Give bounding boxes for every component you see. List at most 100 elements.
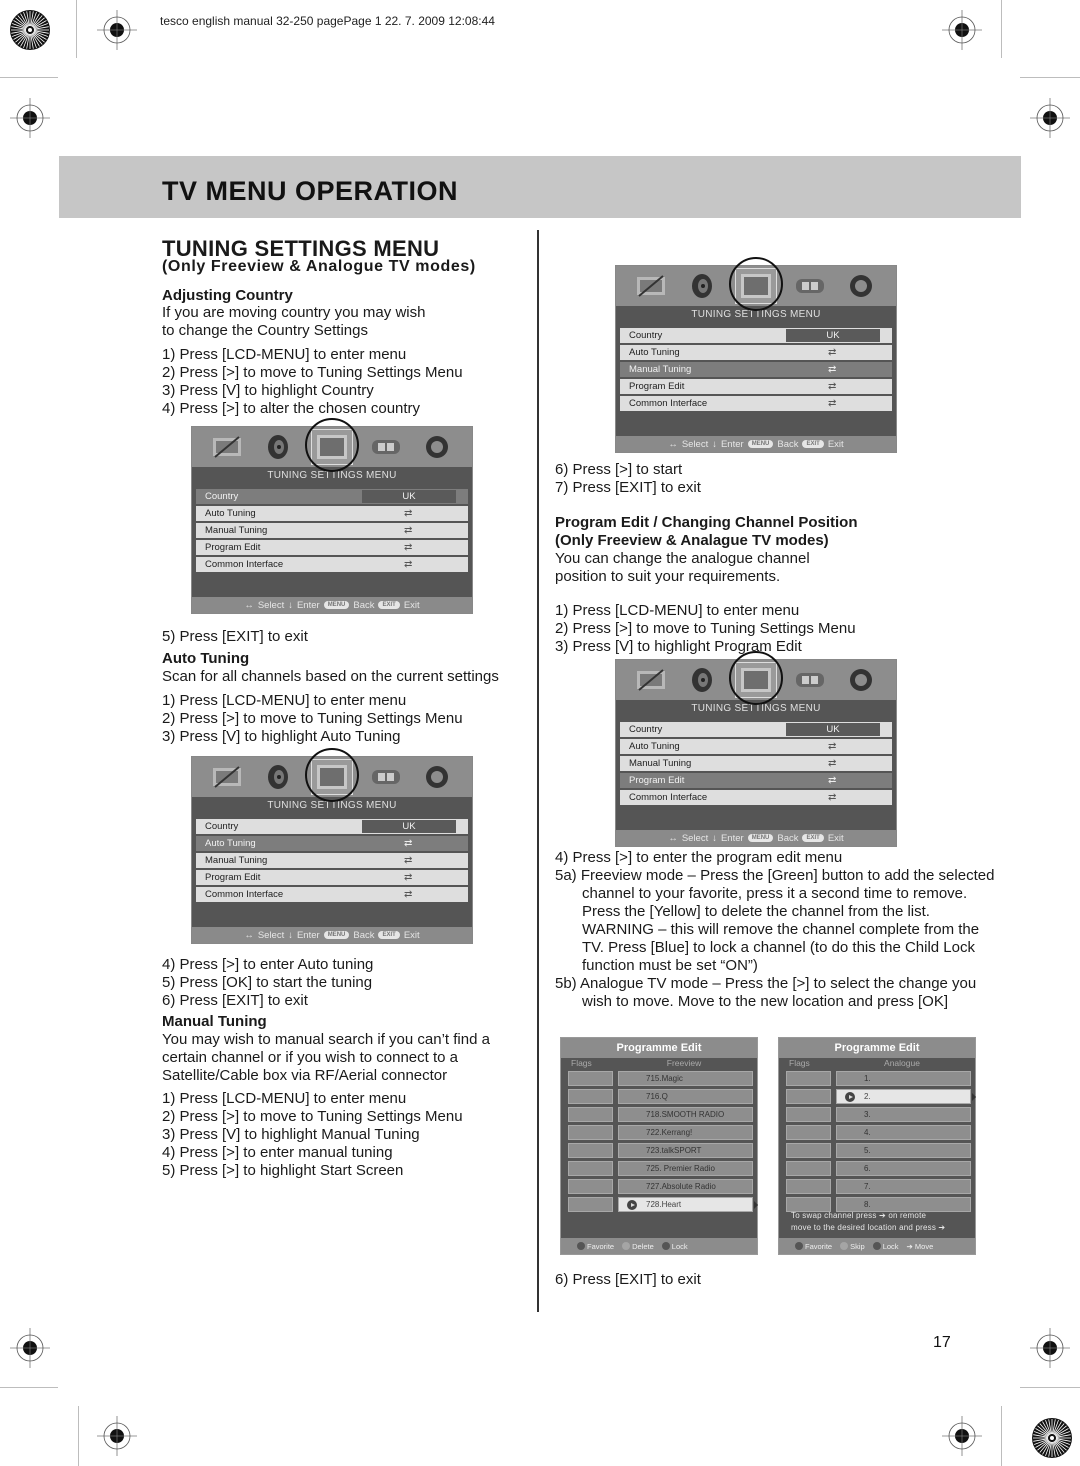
picture-icon[interactable]	[634, 272, 668, 300]
channel-row[interactable]: 716.Q	[568, 1089, 757, 1104]
sound-icon[interactable]	[685, 666, 719, 694]
menu-key-icon: MENU	[323, 931, 350, 939]
channel-list: 715.Magic 716.Q 718.SMOOTH RADIO 722.Kerran…	[561, 1071, 758, 1212]
osd-menu-item[interactable]: Auto Tuning ⇄	[620, 345, 892, 360]
tv-tuning-icon[interactable]	[304, 418, 359, 472]
channel-name: 723.talkSPORT	[618, 1143, 753, 1158]
adjust-arrow-icon: ⇄	[828, 381, 837, 392]
left-right-arrow-icon: ↔	[668, 438, 678, 450]
tv-tuning-icon[interactable]	[304, 748, 359, 802]
tv-tuning-icon[interactable]	[728, 651, 783, 705]
lock-key: Lock	[661, 1241, 688, 1251]
channel-row[interactable]: 1.	[786, 1071, 975, 1086]
note-line: move to the desired location and press ➔	[791, 1223, 946, 1232]
channel-row[interactable]: 6.	[786, 1161, 975, 1176]
osd-menu-item[interactable]: Program Edit ⇄	[620, 379, 892, 394]
channel-row[interactable]: 727.Absolute Radio	[568, 1179, 757, 1194]
channel-flag	[786, 1107, 831, 1122]
picture-icon[interactable]	[210, 433, 244, 461]
adjust-arrow-icon: ⇄	[404, 525, 413, 536]
adjust-arrow-icon: ⇄	[828, 347, 837, 358]
step: 1) Press [LCD-MENU] to enter menu	[162, 1090, 407, 1107]
setup-icon[interactable]	[844, 666, 878, 694]
channel-row[interactable]: 3.	[786, 1107, 975, 1122]
osd-menu-item[interactable]: Manual Tuning ⇄	[196, 523, 468, 538]
adjusting-country-intro: If you are moving country you may wish t…	[162, 304, 425, 340]
osd-menu-item[interactable]: Program Edit ⇄	[196, 870, 468, 885]
picture-icon[interactable]	[634, 666, 668, 694]
osd-menu-item[interactable]: Common Interface ⇄	[196, 557, 468, 572]
clock-icon[interactable]	[793, 666, 827, 694]
osd-menu-item[interactable]: Country UK	[620, 328, 892, 343]
osd-menu-item[interactable]: Program Edit ⇄	[196, 540, 468, 555]
osd-menu-item[interactable]: Auto Tuning ⇄	[620, 739, 892, 754]
select-hint: Select	[681, 438, 709, 450]
step: 2) Press [>] to move to Tuning Settings …	[162, 710, 463, 727]
favorite-key: Favorite	[795, 1241, 832, 1251]
channel-row[interactable]: 4.	[786, 1125, 975, 1140]
program-edit-steps: 1) Press [LCD-MENU] to enter menu 2) Pre…	[555, 602, 856, 656]
tv-tuning-icon[interactable]	[728, 257, 783, 311]
channel-row[interactable]: 728.Heart	[568, 1197, 758, 1212]
step: 1) Press [LCD-MENU] to enter menu	[555, 602, 800, 619]
registration-mark-top	[97, 10, 137, 50]
picture-icon[interactable]	[210, 763, 244, 791]
step: 6) Press [EXIT] to exit	[162, 992, 308, 1009]
clock-icon[interactable]	[369, 763, 403, 791]
sound-icon[interactable]	[261, 763, 295, 791]
osd-menu-item[interactable]: Manual Tuning ⇄	[620, 756, 892, 771]
channel-name: 3.	[836, 1107, 971, 1122]
osd-menu-item[interactable]: Auto Tuning ⇄	[196, 506, 468, 521]
clock-icon[interactable]	[369, 433, 403, 461]
left-right-arrow-icon: ↔	[668, 832, 678, 844]
channel-row[interactable]: 2.	[786, 1089, 976, 1104]
step: 2) Press [>] to move to Tuning Settings …	[162, 364, 463, 381]
adjust-arrow-icon: ⇄	[828, 364, 837, 375]
channel-name: 715.Magic	[618, 1071, 753, 1086]
osd-item-label: Country	[205, 821, 239, 832]
osd-menu-item[interactable]: Program Edit ⇄	[620, 773, 892, 788]
channel-row[interactable]: 722.Kerrang!	[568, 1125, 757, 1140]
osd-menu-item[interactable]: Manual Tuning ⇄	[196, 853, 468, 868]
osd-menu-item[interactable]: Country UK	[196, 819, 468, 834]
registration-mark-left-bottom	[10, 1328, 50, 1368]
osd-menu-item[interactable]: Manual Tuning ⇄	[620, 362, 892, 377]
channel-row[interactable]: 725. Premier Radio	[568, 1161, 757, 1176]
setup-icon[interactable]	[420, 763, 454, 791]
selection-circle	[304, 748, 359, 802]
osd-footer: ↔ Select ↓ Enter MENU Back EXIT Exit	[616, 830, 896, 846]
setup-icon[interactable]	[844, 272, 878, 300]
channel-row[interactable]: 7.	[786, 1179, 975, 1194]
osd-item-label: Program Edit	[205, 542, 261, 553]
osd-menu-item[interactable]: Common Interface ⇄	[196, 887, 468, 902]
setup-icon[interactable]	[420, 433, 454, 461]
programme-edit-analogue-panel: Programme Edit Flags Analogue 1. 2. 3. 4. 5.…	[778, 1037, 976, 1255]
sound-icon[interactable]	[261, 433, 295, 461]
channel-row[interactable]: 718.SMOOTH RADIO	[568, 1107, 757, 1122]
channel-row[interactable]: 5.	[786, 1143, 975, 1158]
channel-row[interactable]: 715.Magic	[568, 1071, 757, 1086]
osd-tuning-menu-manual-tuning: TUNING SETTINGS MENU Country UK Auto Tuning…	[615, 257, 897, 453]
osd-footer: ↔ Select ↓ Enter MENU Back EXIT Exit	[192, 927, 472, 943]
osd-footer: ↔ Select ↓ Enter MENU Back EXIT Exit	[192, 597, 472, 613]
enter-hint: Enter	[296, 929, 320, 941]
osd-menu-item[interactable]: Country UK	[196, 489, 468, 504]
channel-flag	[568, 1071, 613, 1086]
sound-icon[interactable]	[685, 272, 719, 300]
osd-tuning-menu-auto-tuning: TUNING SETTINGS MENU Country UK Auto Tuning…	[191, 748, 473, 944]
enter-hint: Enter	[296, 599, 320, 611]
exit-hint: Exit	[827, 438, 844, 450]
osd-menu-item[interactable]: Country UK	[620, 722, 892, 737]
caret-right-icon	[754, 1201, 758, 1209]
caret-right-icon	[972, 1093, 976, 1101]
column-divider	[537, 230, 539, 1312]
program-edit-steps-after: 4) Press [>] to enter the program edit m…	[555, 849, 995, 1011]
osd-menu-item[interactable]: Common Interface ⇄	[620, 396, 892, 411]
play-icon	[845, 1092, 855, 1102]
play-icon	[627, 1200, 637, 1210]
step: 4) Press [>] to enter manual tuning	[162, 1144, 393, 1161]
clock-icon[interactable]	[793, 272, 827, 300]
channel-row[interactable]: 723.talkSPORT	[568, 1143, 757, 1158]
osd-menu-item[interactable]: Auto Tuning ⇄	[196, 836, 468, 851]
osd-menu-item[interactable]: Common Interface ⇄	[620, 790, 892, 805]
